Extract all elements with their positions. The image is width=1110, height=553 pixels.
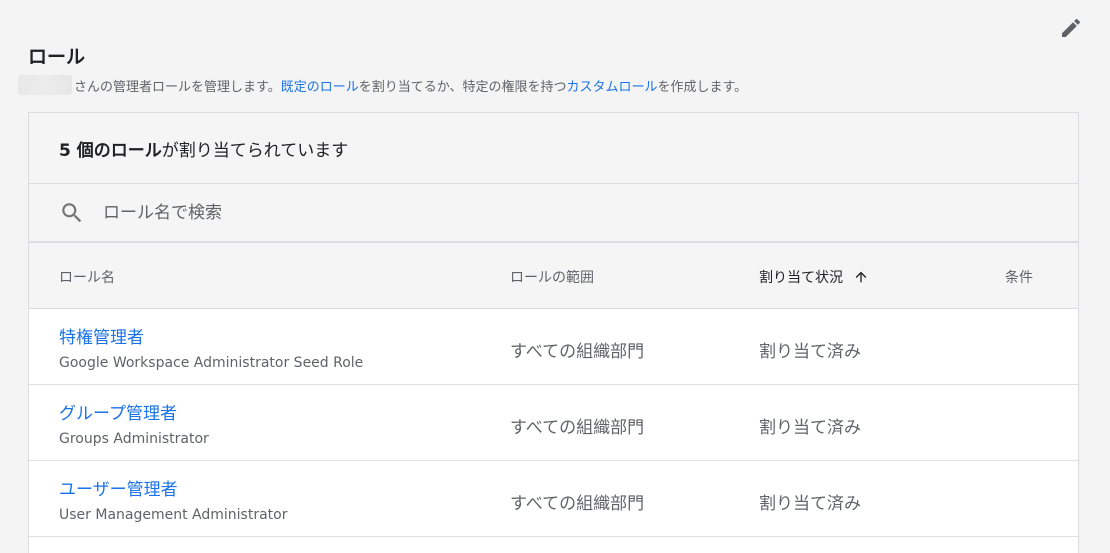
role-name-link[interactable]: ユーザー管理者 [59, 475, 178, 500]
roles-count-suffix: が割り当てられています [161, 140, 349, 161]
role-scope: すべての組織部門 [510, 342, 645, 362]
table-row[interactable] [29, 537, 1078, 553]
table-header: ロール名 ロールの範囲 割り当て状況 条件 [29, 243, 1078, 309]
desc-prefix: さんの管理者ロールを管理します。 [74, 79, 281, 95]
role-status: 割り当て済み [759, 418, 861, 438]
role-name-link[interactable]: グループ管理者 [59, 399, 177, 424]
column-header-status[interactable]: 割り当て状況 [759, 267, 869, 287]
roles-count: 5 個のロール [59, 140, 162, 161]
pencil-icon [1062, 18, 1081, 37]
roles-count-header: 5 個のロール が割り当てられています [29, 113, 1078, 184]
search-icon [62, 202, 82, 222]
column-header-role-name[interactable]: ロール名 [59, 267, 115, 287]
role-scope: すべての組織部門 [510, 494, 645, 514]
page-title: ロール [28, 46, 86, 68]
role-description: User Management Administrator [59, 507, 288, 523]
roles-card: 5 個のロール が割り当てられています ロール名 ロールの範囲 割り当て状況 条… [28, 112, 1079, 553]
table-row[interactable]: ユーザー管理者 User Management Administrator すべ… [29, 461, 1078, 537]
desc-suffix: を作成します。 [657, 79, 748, 95]
role-description: Google Workspace Administrator Seed Role [59, 355, 364, 371]
edit-button[interactable] [1057, 14, 1085, 42]
role-scope: すべての組織部門 [510, 418, 645, 438]
role-status: 割り当て済み [759, 494, 861, 514]
column-header-status-label: 割り当て状況 [759, 270, 843, 286]
table-row[interactable]: グループ管理者 Groups Administrator すべての組織部門 割り… [29, 385, 1078, 461]
search-bar [29, 184, 1078, 243]
role-description: Groups Administrator [59, 431, 209, 447]
desc-mid: を割り当てるか、特定の権限を持つ [358, 79, 567, 95]
default-roles-link[interactable]: 既定のロール [281, 76, 359, 95]
role-name-link[interactable]: 特権管理者 [59, 323, 144, 348]
table-row[interactable]: 特権管理者 Google Workspace Administrator See… [29, 309, 1078, 385]
redacted-org-name [18, 75, 72, 95]
column-header-scope[interactable]: ロールの範囲 [510, 267, 594, 287]
role-status: 割り当て済み [759, 342, 861, 362]
arrow-up-icon [855, 271, 867, 283]
custom-roles-link[interactable]: カスタムロール [566, 76, 657, 95]
role-search-input[interactable] [103, 202, 603, 223]
column-header-condition[interactable]: 条件 [1005, 267, 1033, 287]
section-description: さんの管理者ロールを管理します。 既定のロール を割り当てるか、特定の権限を持つ… [18, 75, 747, 95]
